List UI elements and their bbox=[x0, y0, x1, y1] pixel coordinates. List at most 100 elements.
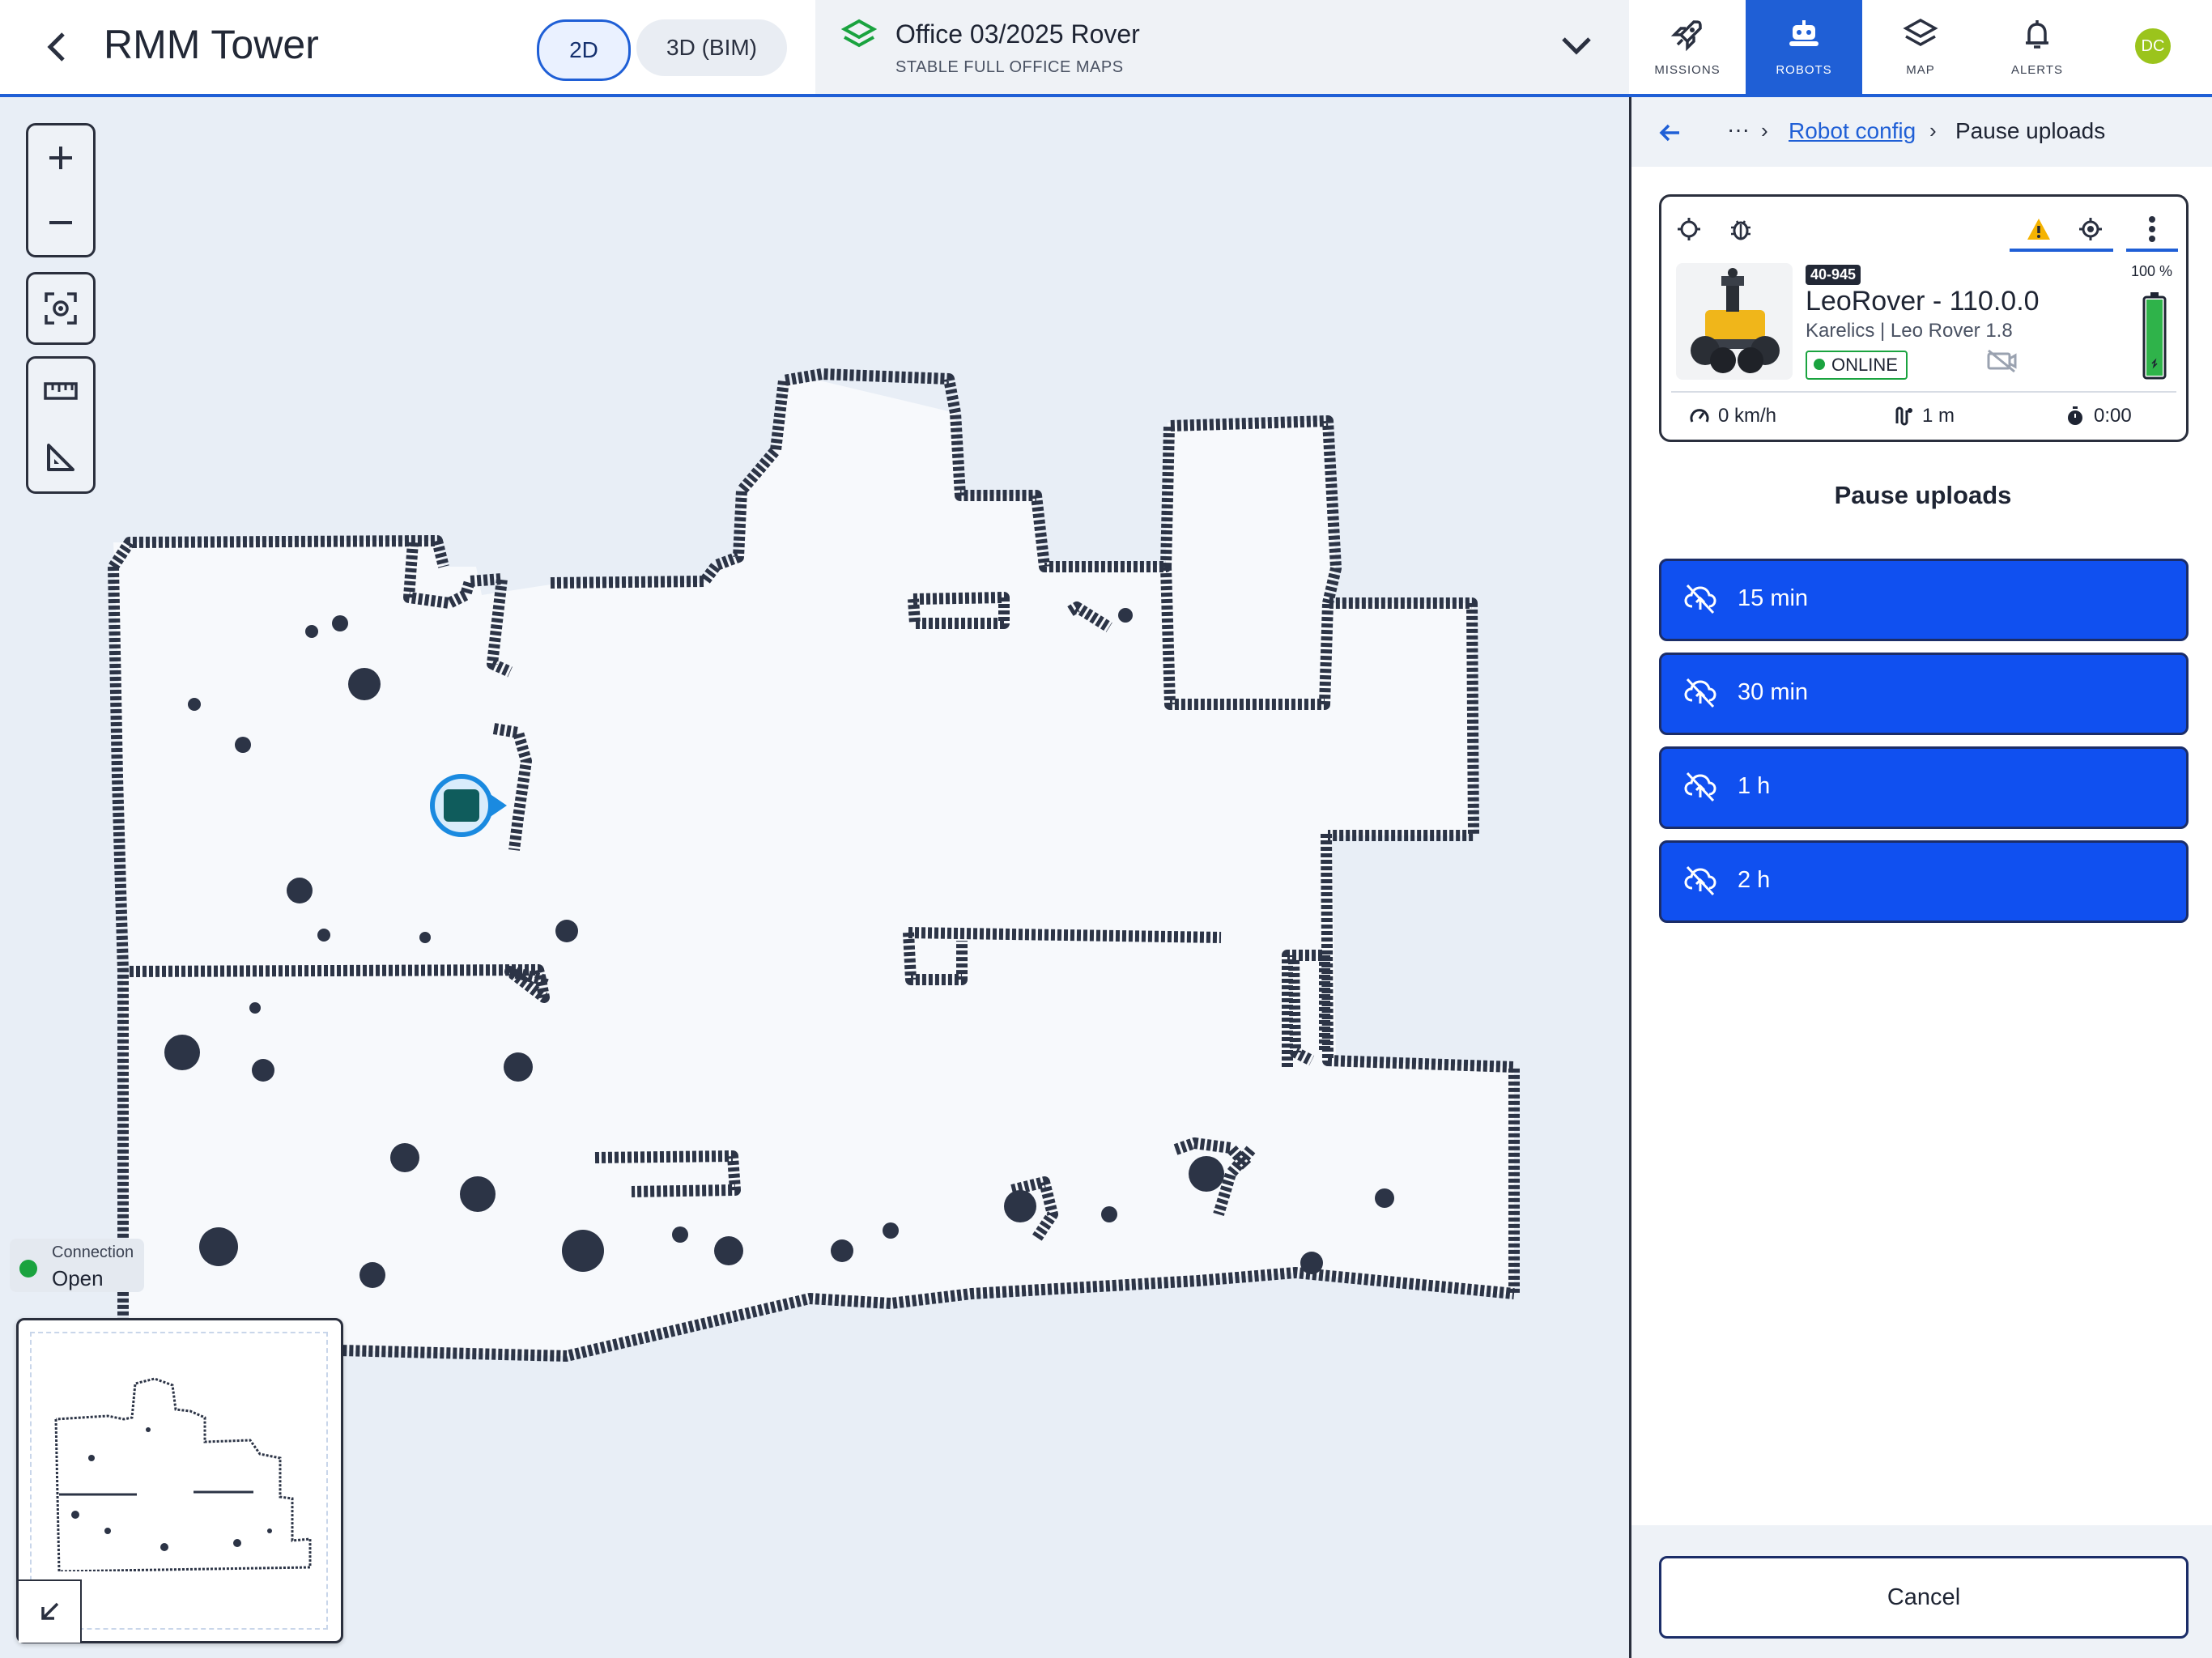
warning-icon bbox=[2027, 219, 2050, 240]
breadcrumb-separator: › bbox=[1929, 118, 1937, 142]
tab-robots[interactable]: ROBOTS bbox=[1746, 0, 1862, 94]
zoom-in-button[interactable] bbox=[28, 125, 93, 190]
cloud-off-icon bbox=[1684, 678, 1716, 708]
gps-button[interactable] bbox=[2074, 213, 2107, 245]
view-3d-toggle[interactable]: 3D (BIM) bbox=[636, 19, 787, 76]
speed-stat: 0 km/h bbox=[1689, 402, 1776, 430]
chevron-left-icon bbox=[47, 32, 65, 62]
set-square-icon bbox=[47, 444, 74, 471]
page-title: RMM Tower bbox=[104, 22, 319, 67]
minimap-collapse-button[interactable] bbox=[19, 1579, 82, 1643]
camera-off-icon bbox=[1987, 349, 2017, 373]
warnings-indicator bbox=[2010, 249, 2061, 252]
locate-button[interactable] bbox=[1673, 213, 1705, 245]
breadcrumb-robot-config-link[interactable]: Robot config bbox=[1789, 118, 1916, 144]
layers-icon bbox=[841, 19, 877, 48]
minimap[interactable] bbox=[16, 1318, 343, 1643]
minimap-map bbox=[54, 1377, 312, 1571]
pause-1-h-button[interactable]: 1 h bbox=[1659, 746, 2189, 829]
tab-map-label: MAP bbox=[1906, 63, 1935, 77]
breadcrumb-more[interactable]: ··· bbox=[1727, 117, 1750, 142]
robot-id-badge: 40-945 bbox=[1806, 265, 1861, 285]
status-label: ONLINE bbox=[1831, 355, 1898, 375]
measure-tools bbox=[26, 356, 96, 494]
pause-option-label: 30 min bbox=[1738, 679, 1809, 705]
view-2d-toggle[interactable]: 2D bbox=[537, 19, 631, 81]
pause-uploads-title: Pause uploads bbox=[1834, 481, 2012, 509]
zoom-controls bbox=[26, 123, 96, 257]
back-button[interactable] bbox=[32, 23, 81, 71]
tab-alerts[interactable]: ALERTS bbox=[1979, 0, 2095, 94]
speedometer-icon bbox=[1690, 409, 1709, 423]
pause-2-h-button[interactable]: 2 h bbox=[1659, 840, 2189, 923]
minus-icon bbox=[49, 221, 72, 224]
connection-status: Connection Open bbox=[10, 1239, 144, 1292]
more-indicator bbox=[2126, 249, 2178, 252]
speed-value: 0 km/h bbox=[1718, 405, 1777, 427]
cloud-off-icon bbox=[1684, 584, 1716, 614]
layers-icon bbox=[1903, 18, 1938, 47]
angle-measure-button[interactable] bbox=[28, 425, 93, 490]
ruler-button[interactable] bbox=[28, 359, 93, 423]
status-badge: ONLINE bbox=[1806, 351, 1908, 380]
distance-stat: 1 m bbox=[1893, 402, 1955, 430]
pause-30-min-button[interactable]: 30 min bbox=[1659, 653, 2189, 735]
robot-card[interactable]: 40-945 LeoRover - 110.0.0 Karelics | Leo… bbox=[1659, 194, 2189, 442]
top-bar: RMM Tower 2D 3D (BIM) Office 03/2025 Rov… bbox=[0, 0, 2212, 97]
battery-icon bbox=[2142, 292, 2167, 380]
robot-image bbox=[1676, 263, 1793, 380]
map-selector[interactable]: Office 03/2025 Rover STABLE FULL OFFICE … bbox=[815, 0, 1629, 94]
battery-percentage: 100 % bbox=[2131, 263, 2173, 279]
robot-model: Karelics | Leo Rover 1.8 bbox=[1806, 320, 2013, 342]
gps-indicator bbox=[2061, 249, 2113, 252]
breadcrumb-separator: › bbox=[1761, 118, 1768, 142]
map-name: Office 03/2025 Rover bbox=[895, 19, 1140, 49]
ruler-icon bbox=[44, 382, 78, 400]
warnings-button[interactable] bbox=[2023, 213, 2055, 245]
map-free-space bbox=[113, 380, 1514, 1356]
debug-button[interactable] bbox=[1725, 213, 1757, 245]
connection-label: Connection bbox=[52, 1244, 134, 1261]
robot-icon bbox=[1789, 20, 1819, 46]
more-options-button[interactable] bbox=[2136, 213, 2168, 245]
focus-icon bbox=[45, 292, 77, 325]
breadcrumb-current: Pause uploads bbox=[1955, 118, 2106, 143]
cloud-off-icon bbox=[1684, 865, 1716, 896]
stopwatch-icon bbox=[2068, 406, 2082, 425]
duration-value: 0:00 bbox=[2094, 405, 2132, 427]
pause-option-label: 2 h bbox=[1738, 867, 1771, 893]
rocket-icon bbox=[1670, 20, 1702, 52]
avatar[interactable]: DC bbox=[2135, 28, 2171, 64]
map-subtitle: STABLE FULL OFFICE MAPS bbox=[895, 58, 1124, 76]
plus-icon bbox=[49, 147, 72, 169]
bug-icon bbox=[1731, 220, 1750, 240]
panel-footer: Cancel bbox=[1631, 1525, 2212, 1658]
arrow-down-left-icon bbox=[41, 1602, 59, 1620]
tab-map[interactable]: MAP bbox=[1862, 0, 1979, 94]
cancel-button[interactable]: Cancel bbox=[1659, 1556, 2189, 1639]
tab-missions-label: MISSIONS bbox=[1654, 63, 1721, 77]
duration-stat: 0:00 bbox=[2065, 402, 2132, 430]
status-dot bbox=[1814, 359, 1825, 370]
pause-option-label: 15 min bbox=[1738, 585, 1809, 611]
zoom-out-button[interactable] bbox=[28, 190, 93, 255]
fit-to-view-button[interactable] bbox=[26, 272, 96, 345]
tab-missions[interactable]: MISSIONS bbox=[1629, 0, 1746, 94]
tab-alerts-label: ALERTS bbox=[2010, 63, 2064, 77]
arrow-left-icon bbox=[1659, 124, 1679, 142]
more-vertical-icon bbox=[2149, 216, 2155, 242]
chevron-down-icon bbox=[1562, 37, 1591, 55]
pause-option-label: 1 h bbox=[1738, 773, 1771, 799]
gps-fixed-icon bbox=[2079, 218, 2102, 240]
tab-robots-label: ROBOTS bbox=[1776, 63, 1832, 77]
distance-value: 1 m bbox=[1922, 405, 1955, 427]
card-divider bbox=[1671, 391, 2176, 393]
bell-icon bbox=[2026, 20, 2048, 49]
cloud-off-icon bbox=[1684, 772, 1716, 802]
robot-name: LeoRover - 110.0.0 bbox=[1806, 286, 2040, 317]
connection-dot bbox=[19, 1260, 37, 1278]
route-icon bbox=[1895, 406, 1912, 426]
panel-back-button[interactable] bbox=[1649, 112, 1691, 154]
pause-15-min-button[interactable]: 15 min bbox=[1659, 559, 2189, 641]
connection-value: Open bbox=[52, 1266, 104, 1290]
